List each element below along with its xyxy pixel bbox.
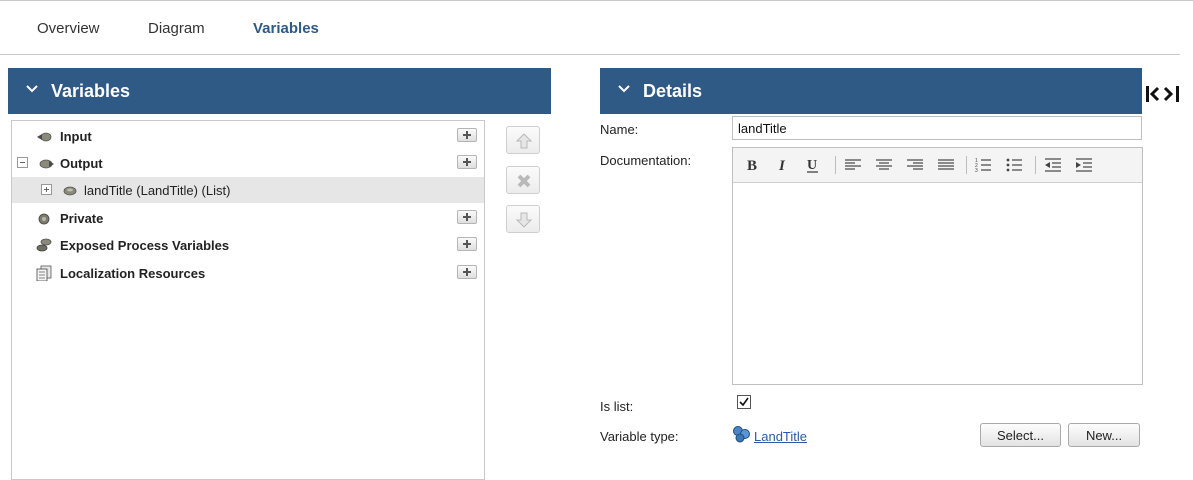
delete-button[interactable] [506,166,540,194]
name-label: Name: [600,122,639,137]
arrow-up-icon [515,133,533,149]
ordered-list-icon[interactable]: 123 [974,155,994,175]
localization-resources-icon [36,265,52,281]
underline-icon[interactable]: U [803,155,823,175]
input-variable-icon [37,132,52,142]
output-variable-icon [39,159,54,169]
editor-toolbar: B I U 123 [733,148,1142,183]
checkmark-icon [739,397,749,407]
tree-item-localization-resources[interactable]: Localization Resources [12,260,484,286]
italic-icon[interactable]: I [773,155,793,175]
select-button[interactable]: Select... [980,423,1061,447]
is-list-checkbox[interactable] [737,395,751,409]
exposed-variables-icon [36,238,52,252]
move-down-button[interactable] [506,205,540,233]
list-variable-icon [63,186,77,196]
svg-text:3: 3 [975,168,978,174]
details-panel-title: Details [643,81,703,101]
add-localization-resource-button[interactable] [457,265,477,279]
variables-tree: Input Output landTitle (LandTitle) (List… [11,120,485,480]
private-variable-icon [38,213,50,225]
business-object-icon [733,426,750,443]
variable-type-link[interactable]: LandTitle [754,429,807,444]
tree-item-label: landTitle (LandTitle) (List) [84,183,231,198]
bullet-list-icon[interactable] [1005,155,1025,175]
collapse-panels-icon[interactable] [1145,84,1181,104]
indent-icon[interactable] [1074,155,1094,175]
svg-text:B: B [747,158,757,174]
chevron-down-icon [618,85,630,93]
justify-icon[interactable] [936,155,956,175]
tree-item-label: Exposed Process Variables [60,238,230,253]
align-left-icon[interactable] [843,155,863,175]
delete-x-icon [517,174,531,188]
new-button[interactable]: New... [1068,423,1140,447]
tree-item-landtitle[interactable]: landTitle (LandTitle) (List) [12,177,484,203]
align-center-icon[interactable] [874,155,894,175]
add-output-button[interactable] [457,155,477,169]
svg-text:U: U [807,158,817,173]
variables-panel-title: Variables [51,81,131,101]
documentation-editor: B I U 123 [732,147,1143,385]
add-private-button[interactable] [457,210,477,224]
tree-item-output[interactable]: Output [12,150,484,176]
align-right-icon[interactable] [905,155,925,175]
name-input[interactable] [732,116,1142,140]
tree-item-label: Input [60,129,92,144]
variable-type-label: Variable type: [600,429,679,444]
arrow-down-icon [515,212,533,228]
collapse-output-toggle[interactable] [17,157,28,168]
add-exposed-variable-button[interactable] [457,237,477,251]
tree-item-input[interactable]: Input [12,123,484,149]
tree-item-label: Private [60,211,104,226]
move-up-button[interactable] [506,126,540,154]
documentation-label: Documentation: [600,153,692,168]
expand-landtitle-toggle[interactable] [41,184,52,195]
svg-text:I: I [778,158,786,174]
bold-icon[interactable]: B [743,155,763,175]
tab-bar: Overview Diagram Variables [0,0,1180,55]
tab-variables[interactable]: Variables [253,20,319,37]
tab-diagram[interactable]: Diagram [148,20,205,37]
tab-overview[interactable]: Overview [37,20,100,37]
documentation-text-area[interactable] [733,183,1142,384]
tree-item-exposed-process-variables[interactable]: Exposed Process Variables [12,232,484,258]
add-input-button[interactable] [457,128,477,142]
is-list-label: Is list: [600,399,634,414]
details-panel-header[interactable]: Details [600,68,1142,114]
tree-item-label: Output [60,156,103,171]
outdent-icon[interactable] [1043,155,1063,175]
variables-panel-header[interactable]: Variables [8,68,551,114]
tree-item-private[interactable]: Private [12,205,484,231]
chevron-down-icon [26,85,38,93]
tree-item-label: Localization Resources [60,266,206,281]
